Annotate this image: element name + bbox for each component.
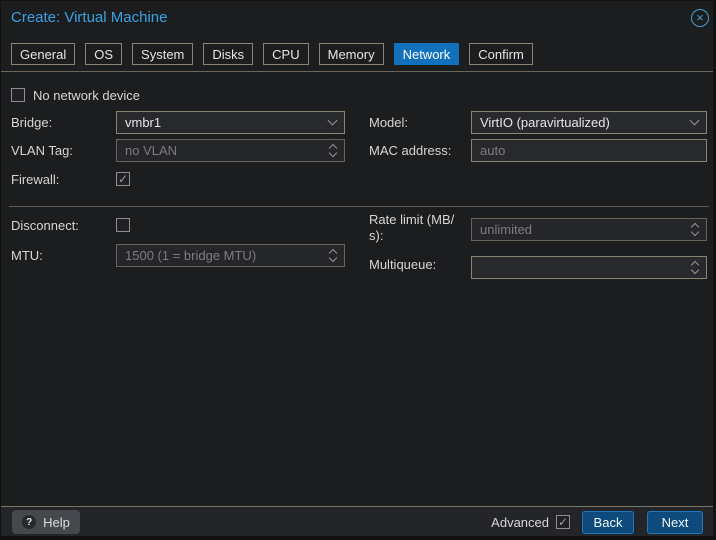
create-vm-dialog: Create: Virtual Machine General OS Syste… — [0, 0, 716, 540]
mac-address-label: MAC address: — [369, 143, 452, 158]
tabs-separator — [1, 71, 713, 72]
model-input[interactable] — [472, 112, 682, 133]
chevron-down-icon — [690, 227, 700, 237]
chevron-down-icon — [327, 115, 337, 126]
close-icon[interactable] — [691, 9, 709, 27]
vlan-tag-input[interactable] — [117, 140, 322, 161]
vlan-tag-spinner-field — [116, 139, 345, 162]
help-icon — [22, 515, 37, 529]
footer-actions: Advanced Back Next — [491, 510, 703, 534]
multiqueue-spinner[interactable] — [684, 257, 706, 278]
advanced-checkbox[interactable] — [556, 515, 570, 529]
help-button[interactable]: Help — [12, 510, 80, 534]
vlan-tag-spinner[interactable] — [322, 140, 344, 161]
chevron-down-icon — [328, 253, 338, 263]
mtu-spinner[interactable] — [322, 245, 344, 266]
tab-confirm[interactable]: Confirm — [469, 43, 533, 65]
multiqueue-label: Multiqueue: — [369, 257, 437, 272]
disconnect-label: Disconnect: — [11, 218, 79, 233]
mac-address-input[interactable] — [472, 140, 706, 161]
bridge-label: Bridge: — [11, 115, 53, 130]
tab-memory[interactable]: Memory — [318, 43, 384, 65]
tab-cpu[interactable]: CPU — [263, 43, 309, 65]
tab-os[interactable]: OS — [85, 43, 123, 65]
chevron-down-icon — [328, 148, 338, 158]
no-network-device-checkbox[interactable] — [11, 88, 25, 102]
model-label: Model: — [369, 115, 409, 130]
no-network-device-label: No network device — [33, 88, 140, 103]
chevron-down-icon — [689, 115, 699, 126]
mac-address-field — [471, 139, 707, 162]
multiqueue-spinner-field — [471, 256, 707, 279]
multiqueue-input[interactable] — [472, 257, 684, 278]
model-combobox — [471, 111, 707, 134]
help-button-label: Help — [43, 514, 70, 530]
tab-general[interactable]: General — [11, 43, 76, 65]
section-separator — [9, 206, 709, 207]
rate-limit-label: Rate limit (MB/s): — [369, 212, 455, 243]
tab-disks[interactable]: Disks — [203, 43, 254, 65]
vlan-tag-label: VLAN Tag: — [11, 143, 73, 158]
disconnect-checkbox[interactable] — [116, 218, 130, 232]
bridge-combobox — [116, 111, 345, 134]
tab-bar: General OS System Disks CPU Memory Netwo… — [11, 43, 533, 65]
rate-limit-spinner-field — [471, 218, 707, 241]
dialog-title: Create: Virtual Machine — [11, 9, 168, 26]
advanced-label: Advanced — [491, 514, 549, 530]
rate-limit-spinner[interactable] — [684, 219, 706, 240]
tab-system[interactable]: System — [132, 43, 194, 65]
firewall-label: Firewall: — [11, 172, 60, 187]
tab-network[interactable]: Network — [393, 43, 460, 65]
bridge-dropdown-trigger[interactable] — [320, 112, 344, 133]
bridge-input[interactable] — [117, 112, 320, 133]
firewall-checkbox[interactable] — [116, 172, 130, 186]
back-button[interactable]: Back — [582, 510, 634, 534]
next-button[interactable]: Next — [647, 510, 703, 534]
model-dropdown-trigger[interactable] — [682, 112, 706, 133]
mtu-spinner-field — [116, 244, 345, 267]
rate-limit-input[interactable] — [472, 219, 684, 240]
mtu-input[interactable] — [117, 245, 322, 266]
mtu-label: MTU: — [11, 248, 43, 263]
chevron-down-icon — [690, 265, 700, 275]
